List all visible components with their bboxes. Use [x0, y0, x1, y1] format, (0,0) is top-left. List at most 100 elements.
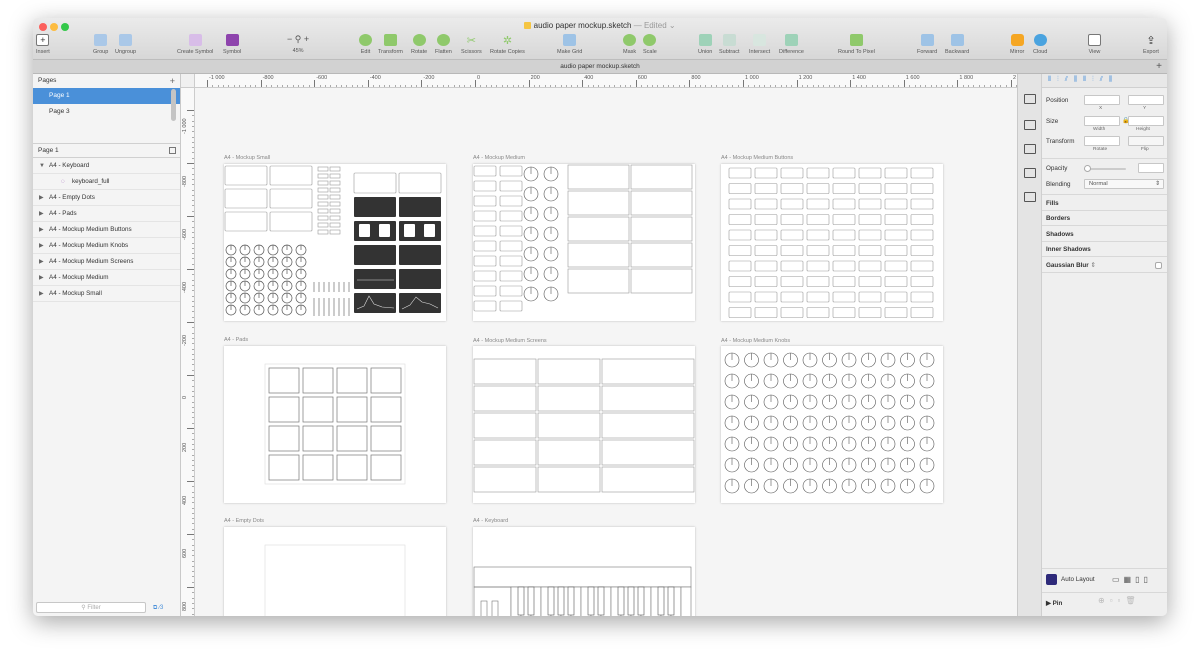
layer-item[interactable]: ◌ keyboard_full: [33, 174, 180, 190]
ungroup-button[interactable]: Ungroup: [115, 34, 136, 55]
subtract-button[interactable]: Subtract: [719, 34, 739, 55]
artboard-title[interactable]: A4 - Empty Dots: [224, 518, 264, 524]
filter-input[interactable]: ⚲ Filter: [36, 602, 146, 613]
pin-controls[interactable]: ⊕▫▫🗑: [1098, 596, 1162, 610]
auto-layout-options[interactable]: ▭▦▯▯: [1112, 575, 1152, 584]
rotate-field[interactable]: [1084, 136, 1120, 146]
zoom-out-button[interactable]: −: [287, 34, 292, 44]
layer-item[interactable]: ▶ A4 - Mockup Medium Knobs: [33, 238, 180, 254]
layer-item[interactable]: ▶ A4 - Empty Dots: [33, 190, 180, 206]
y-field[interactable]: [1128, 95, 1164, 105]
gaussian-blur-section[interactable]: Gaussian Blur ⇕: [1046, 262, 1096, 269]
export-icon[interactable]: [1024, 94, 1036, 104]
layer-item[interactable]: ▶ A4 - Mockup Medium: [33, 270, 180, 286]
disclosure-closed-icon[interactable]: ▶: [39, 206, 44, 222]
height-field[interactable]: [1128, 116, 1164, 126]
prototype-icon[interactable]: [1024, 192, 1036, 202]
export-button[interactable]: ⇪ Export: [1143, 34, 1159, 56]
transform-button[interactable]: Transform: [378, 34, 403, 55]
width-field[interactable]: [1084, 116, 1120, 126]
artboard-mockup-medium-knobs[interactable]: [721, 346, 943, 503]
difference-button[interactable]: Difference: [779, 34, 804, 55]
inner-shadows-section[interactable]: Inner Shadows: [1046, 246, 1091, 253]
zoom-control[interactable]: − ⚲ + 45%: [287, 34, 309, 54]
layer-item[interactable]: ▼ A4 - Keyboard: [33, 158, 180, 174]
pages-scrollbar[interactable]: [171, 89, 176, 121]
forward-button[interactable]: Forward: [917, 34, 937, 55]
x-field[interactable]: [1084, 95, 1120, 105]
style-icon[interactable]: [1024, 168, 1036, 178]
button-shape: [499, 255, 523, 267]
layer-item[interactable]: ▶ A4 - Pads: [33, 206, 180, 222]
artboard-title[interactable]: A4 - Mockup Small: [224, 155, 270, 161]
layer-item[interactable]: ▶ A4 - Mockup Medium Screens: [33, 254, 180, 270]
flip-control[interactable]: [1128, 136, 1164, 146]
blending-select[interactable]: Normal ⇕: [1084, 179, 1164, 189]
disclosure-closed-icon[interactable]: ▶: [39, 190, 44, 206]
scale-button[interactable]: Scale: [643, 34, 657, 55]
cloud-button[interactable]: Cloud: [1033, 34, 1047, 55]
auto-layout-label[interactable]: Auto Layout: [1061, 576, 1095, 583]
borders-section[interactable]: Borders: [1046, 215, 1070, 222]
disclosure-closed-icon[interactable]: ▶: [39, 286, 44, 302]
artboard-empty-dots[interactable]: [224, 527, 446, 616]
add-tab-button[interactable]: +: [1153, 61, 1165, 73]
backward-button[interactable]: Backward: [945, 34, 969, 55]
page-item[interactable]: Page 1: [33, 88, 180, 104]
artboard-mockup-medium[interactable]: [473, 164, 695, 321]
canvas[interactable]: -1 000 -800 -600 -400 -200 0 200 400 600 800 1 000…: [181, 74, 1017, 616]
artboard-keyboard[interactable]: [473, 527, 695, 616]
gaussian-blur-checkbox[interactable]: [1155, 262, 1162, 269]
artboard-icon[interactable]: [1024, 120, 1036, 130]
edit-button[interactable]: Edit: [359, 34, 372, 55]
fills-section[interactable]: Fills: [1046, 200, 1059, 207]
intersect-button[interactable]: Intersect: [749, 34, 770, 55]
mirror-button[interactable]: Mirror: [1010, 34, 1024, 55]
round-to-pixel-button[interactable]: Round To Pixel: [838, 34, 875, 55]
page-item[interactable]: Page 3: [33, 104, 180, 120]
mask-button[interactable]: Mask: [623, 34, 636, 55]
rotate-button[interactable]: Rotate: [411, 34, 427, 55]
create-symbol-button[interactable]: Create Symbol: [177, 34, 213, 55]
disclosure-open-icon[interactable]: ▼: [39, 158, 45, 174]
pin-section[interactable]: ▶ Pin: [1046, 600, 1062, 607]
flatten-button[interactable]: Flatten: [435, 34, 452, 55]
align-icons[interactable]: ⫴⫶⫽⫼⫴⫶⫽⫼: [1048, 76, 1118, 84]
artboard-mockup-medium-screens[interactable]: [473, 346, 695, 503]
disclosure-closed-icon[interactable]: ▶: [39, 222, 44, 238]
artboard-title[interactable]: A4 - Keyboard: [473, 518, 508, 524]
layer-item[interactable]: ▶ A4 - Mockup Medium Buttons: [33, 222, 180, 238]
union-button[interactable]: Union: [698, 34, 712, 55]
zoom-in-button[interactable]: +: [304, 34, 309, 44]
group-button[interactable]: Group: [93, 34, 108, 55]
opacity-field[interactable]: [1138, 163, 1164, 173]
shadows-section[interactable]: Shadows: [1046, 231, 1074, 238]
artboard-pads[interactable]: [224, 346, 446, 503]
scissors-button[interactable]: ✂ Scissors: [461, 34, 482, 56]
opacity-slider-knob[interactable]: [1084, 165, 1091, 172]
symbol-button[interactable]: Symbol: [223, 34, 241, 55]
artboard-title[interactable]: A4 - Pads: [224, 337, 248, 343]
artboard-mockup-small[interactable]: [224, 164, 446, 321]
artboard-title[interactable]: A4 - Mockup Medium Knobs: [721, 338, 790, 344]
filter-options[interactable]: ⧉ ∕3: [153, 605, 163, 612]
make-grid-button[interactable]: Make Grid: [557, 34, 582, 55]
add-page-button[interactable]: +: [170, 74, 175, 88]
layout-icon[interactable]: [1024, 144, 1036, 154]
horizontal-ruler[interactable]: -1 000 -800 -600 -400 -200 0 200 400 600 800 1 000…: [195, 74, 1017, 88]
disclosure-closed-icon[interactable]: ▶: [39, 254, 44, 270]
disclosure-closed-icon[interactable]: ▶: [39, 270, 44, 286]
document-tab[interactable]: audio paper mockup.sketch: [33, 60, 1167, 74]
artboard-title[interactable]: A4 - Mockup Medium: [473, 155, 525, 161]
collapse-icon[interactable]: [169, 147, 176, 154]
artboard-title[interactable]: A4 - Mockup Medium Buttons: [721, 155, 793, 161]
view-button[interactable]: View: [1088, 34, 1101, 55]
artboard-title[interactable]: A4 - Mockup Medium Screens: [473, 338, 547, 344]
layer-item[interactable]: ▶ A4 - Mockup Small: [33, 286, 180, 302]
ruler-tick-label: -200: [423, 75, 435, 81]
vertical-ruler[interactable]: -1 000 -800 -600 -400 -200 0 200 400 600 800: [181, 88, 195, 616]
artboard-mockup-medium-buttons[interactable]: [721, 164, 943, 321]
insert-button[interactable]: + Insert: [36, 34, 50, 55]
rotate-copies-button[interactable]: ✲ Rotate Copies: [490, 34, 525, 56]
disclosure-closed-icon[interactable]: ▶: [39, 238, 44, 254]
